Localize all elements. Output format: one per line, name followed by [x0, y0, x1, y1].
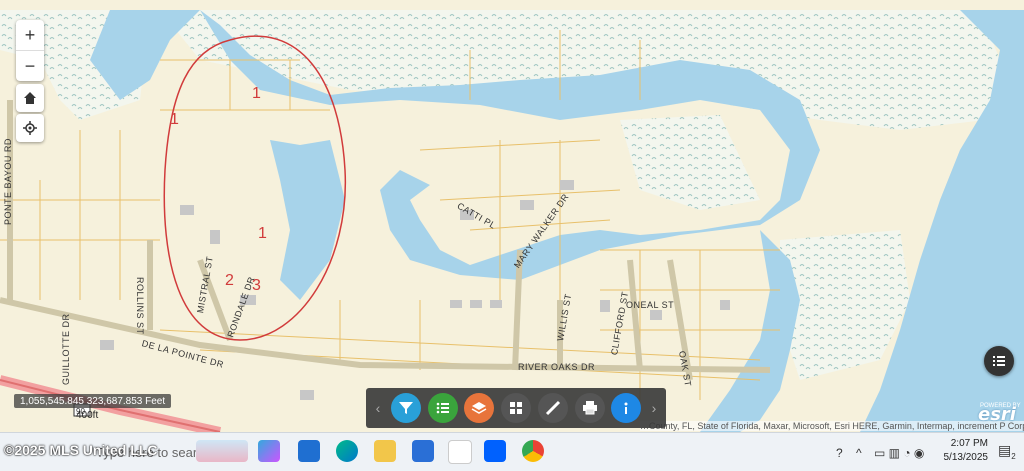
print-tool-button[interactable]	[574, 393, 605, 423]
list-tool-button[interactable]	[427, 393, 458, 423]
zoom-out-button[interactable]: −	[16, 51, 44, 81]
annotation-mark: 2	[225, 272, 234, 289]
zoom-control: + −	[16, 20, 44, 81]
list-icon	[993, 356, 1005, 366]
street-label: PONTE BAYOU RD	[3, 138, 13, 225]
map-attribution: …County, FL, State of Florida, Maxar, Mi…	[640, 421, 1024, 431]
info-icon	[624, 402, 628, 414]
coordinate-readout: 1,055,545.845 323,687.853 Feet	[14, 394, 172, 408]
crosshair-icon	[23, 121, 37, 135]
esri-logo: esri	[978, 404, 1016, 425]
info-tool-button[interactable]	[611, 393, 642, 423]
map-toolbar: ‹ ›	[366, 388, 666, 428]
scale-bar: 400ft	[76, 410, 98, 421]
print-icon	[582, 401, 597, 415]
chevron-up-icon[interactable]: ^	[856, 446, 862, 460]
mail-icon[interactable]	[298, 440, 320, 462]
basemap-tool-button[interactable]	[501, 393, 531, 423]
chrome-icon[interactable]	[522, 440, 544, 462]
clock-date: 5/13/2025	[943, 452, 989, 463]
legend-button[interactable]	[984, 346, 1014, 376]
clock-time: 2:07 PM	[950, 438, 988, 449]
layers-icon	[471, 402, 487, 414]
map-canvas[interactable]: 1 1 1 2 3 90	[0, 0, 1024, 432]
measure-tool-button[interactable]	[537, 393, 568, 423]
file-explorer-icon[interactable]	[374, 440, 396, 462]
street-label: RIVER OAKS DR	[518, 362, 596, 372]
help-icon[interactable]: ?	[836, 446, 843, 460]
grid-icon	[510, 402, 522, 414]
tray-icons[interactable]: ▭ ▥ ◔ ◉	[874, 446, 924, 460]
layers-tool-button[interactable]	[464, 393, 495, 423]
toolbar-next-button[interactable]: ›	[648, 400, 660, 416]
filter-icon	[398, 402, 413, 414]
dropbox-icon[interactable]	[484, 440, 506, 462]
home-button[interactable]	[16, 84, 44, 112]
street-label: ONEAL ST	[626, 300, 675, 310]
annotation-mark: 1	[258, 225, 267, 242]
street-label: GUILLOTTE DR	[61, 313, 71, 385]
mls-watermark: ©2025 MLS United LLC	[4, 442, 158, 458]
map-view[interactable]: 1 1 1 2 3 90 PONTE BAYOU RD ROLLINS ST M…	[0, 0, 1024, 432]
taskbar-widget[interactable]	[196, 440, 248, 462]
store-icon[interactable]	[412, 440, 434, 462]
home-icon	[24, 92, 36, 104]
coordinate-text: 1,055,545.845 323,687.853 Feet	[20, 395, 166, 407]
toolbar-prev-button[interactable]: ‹	[372, 400, 384, 416]
list-icon	[436, 402, 449, 414]
taskbar-clock[interactable]: 2:07 PM 5/13/2025	[940, 437, 989, 465]
edge-icon[interactable]	[336, 440, 358, 462]
scale-label: 400ft	[76, 410, 99, 421]
street-label: ROLLINS ST	[135, 277, 145, 335]
annotation-mark: 1	[170, 111, 179, 128]
locate-button[interactable]	[16, 114, 44, 142]
filter-tool-button[interactable]	[390, 393, 421, 423]
copilot-icon[interactable]	[258, 440, 280, 462]
annotation-mark: 1	[252, 85, 261, 102]
zoom-in-button[interactable]: +	[16, 20, 44, 51]
amazon-icon[interactable]	[448, 440, 472, 464]
notification-icon[interactable]: ▤2	[998, 442, 1016, 461]
notification-count: 2	[1011, 451, 1016, 461]
ruler-icon	[545, 400, 560, 416]
